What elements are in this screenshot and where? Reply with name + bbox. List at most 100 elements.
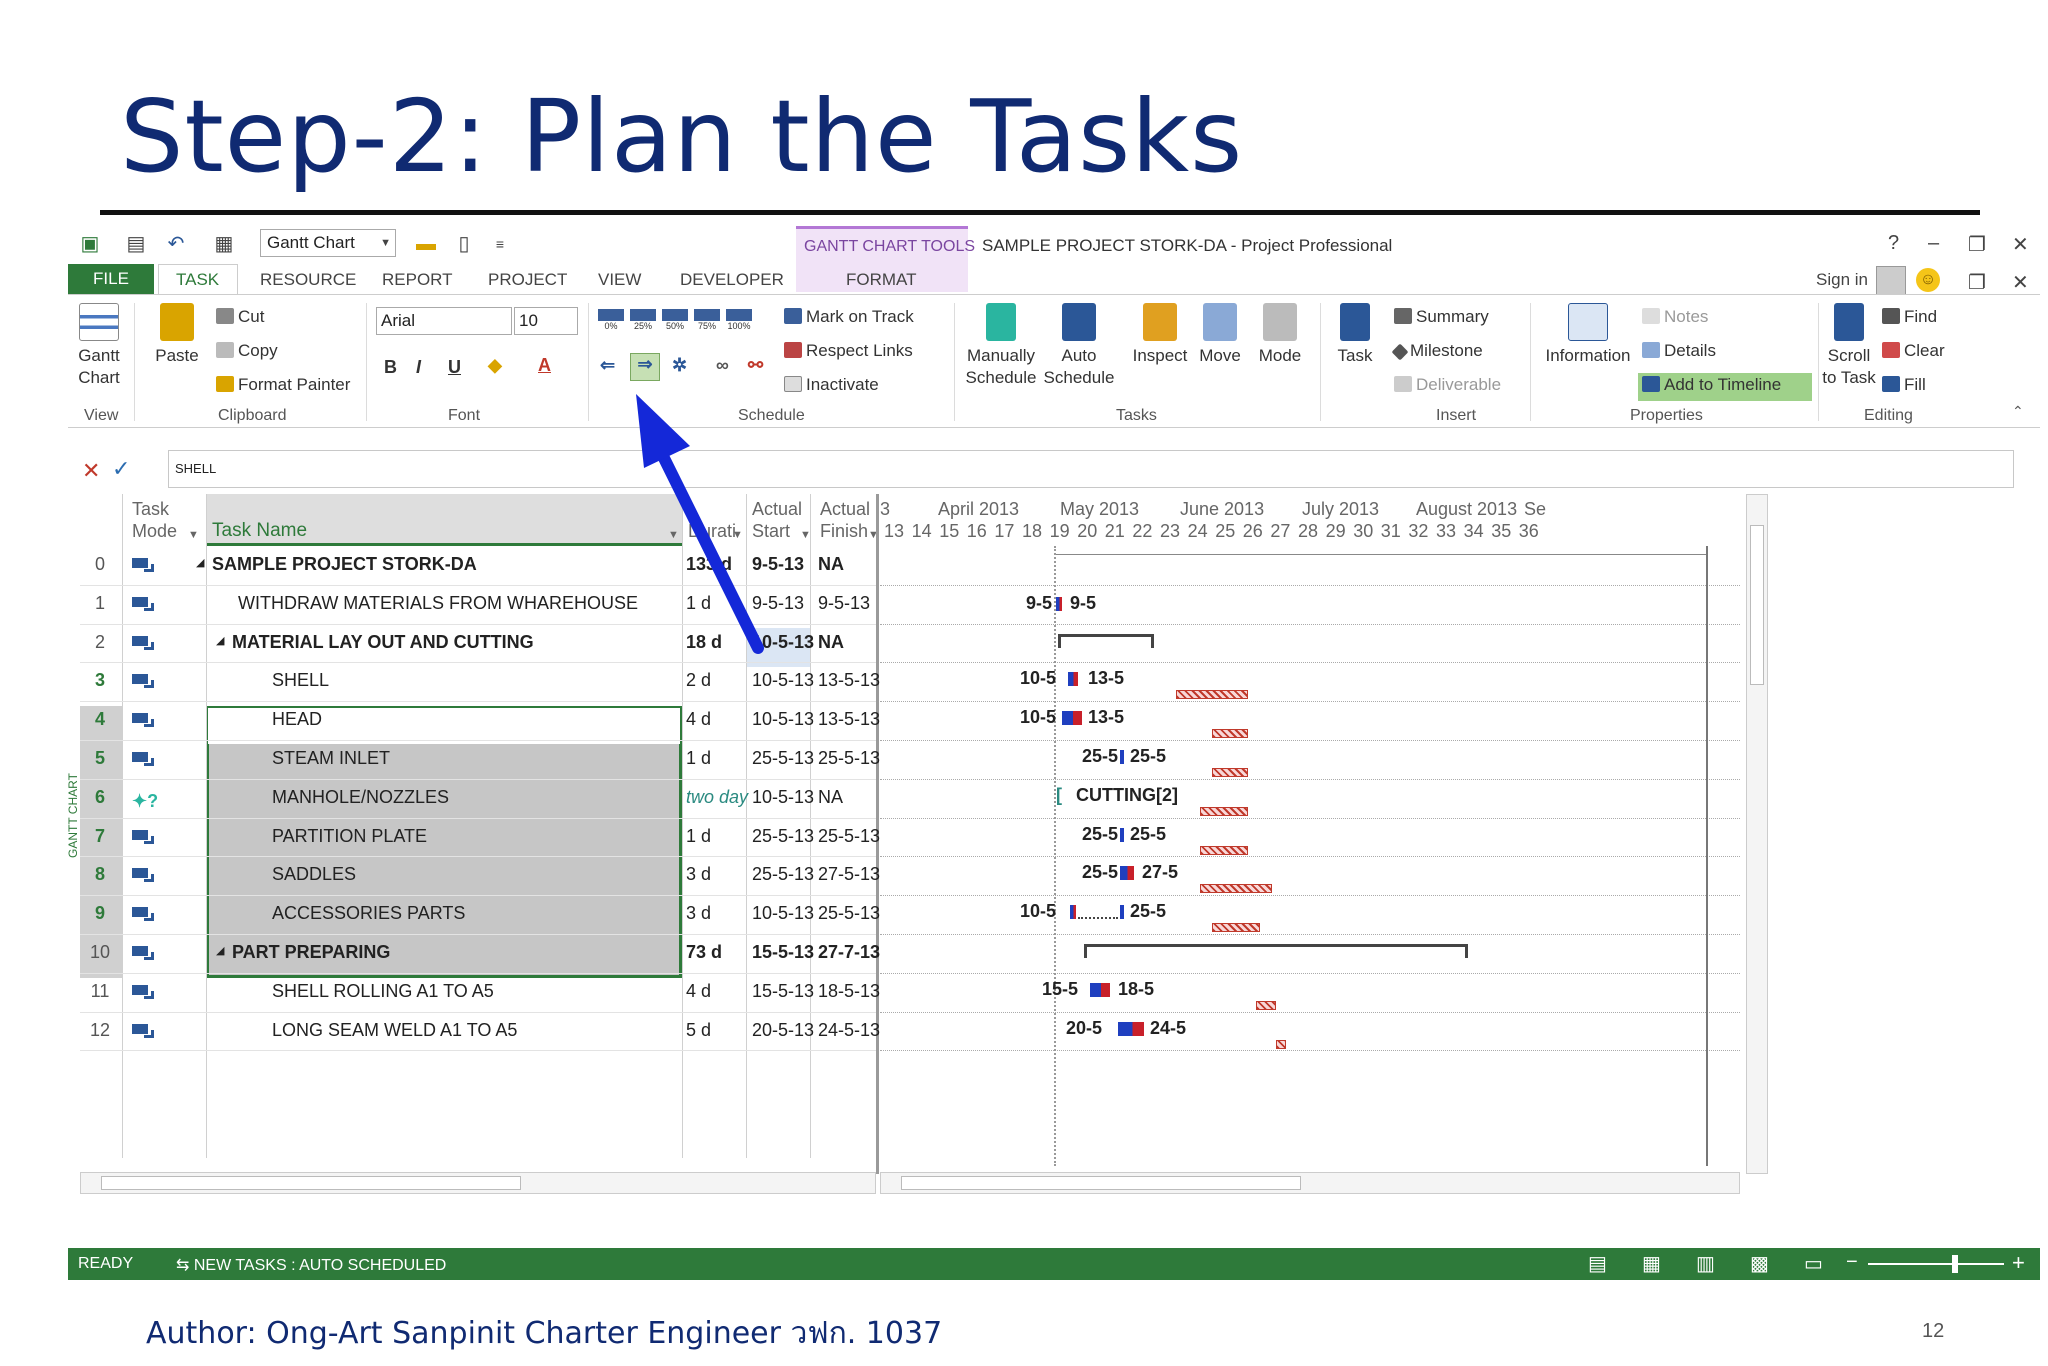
row-number[interactable]: 0 xyxy=(80,554,120,575)
actual-start-cell[interactable]: 25-5-13 xyxy=(752,748,814,769)
task-bar[interactable] xyxy=(1062,711,1082,726)
row-number[interactable]: 2 xyxy=(80,632,120,653)
duration-cell[interactable]: 3 d xyxy=(686,903,711,924)
confirm-entry-icon[interactable]: ✓ xyxy=(112,456,130,482)
tab-task[interactable]: TASK xyxy=(176,270,219,290)
row-number[interactable]: 11 xyxy=(80,981,120,1002)
actual-start-cell[interactable]: 20-5-13 xyxy=(752,1020,814,1041)
slack-bar[interactable] xyxy=(1212,729,1248,739)
information-button[interactable]: Information xyxy=(1538,303,1638,367)
actual-finish-cell[interactable]: 27-5-13 xyxy=(818,864,880,885)
actual-start-cell[interactable]: 25-5-13 xyxy=(752,864,814,885)
actual-start-cell[interactable]: 25-5-13 xyxy=(752,826,814,847)
save-icon[interactable]: ▤ xyxy=(124,232,148,256)
row-number[interactable]: 3 xyxy=(80,670,120,691)
sign-in-link[interactable]: Sign in xyxy=(1816,270,1868,290)
font-color-button[interactable]: A xyxy=(538,355,551,376)
task-name-cell[interactable]: SADDLES xyxy=(272,864,356,885)
duration-cell[interactable]: 1 d xyxy=(686,826,711,847)
task-bar[interactable] xyxy=(1070,905,1076,920)
row-number[interactable]: 8 xyxy=(80,864,120,885)
actual-finish-cell[interactable]: NA xyxy=(818,632,844,653)
task-usage-icon[interactable]: ▦ xyxy=(1642,1251,1661,1276)
new-file-icon[interactable]: ▯ xyxy=(452,232,476,256)
task-name-cell[interactable]: MATERIAL LAY OUT AND CUTTING xyxy=(232,632,534,653)
task-bar[interactable] xyxy=(1118,1021,1144,1036)
close-icon[interactable]: ✕ xyxy=(2012,232,2029,257)
row-number[interactable]: 12 xyxy=(80,1020,120,1041)
actual-finish-cell[interactable]: 9-5-13 xyxy=(818,593,870,614)
bold-button[interactable]: B xyxy=(384,357,397,378)
gantt-view-icon[interactable]: ▤ xyxy=(1588,1251,1607,1276)
slack-bar[interactable] xyxy=(1256,1000,1276,1010)
details-button[interactable]: Details xyxy=(1642,341,1716,361)
indent-button[interactable]: ⇒ xyxy=(630,353,660,381)
task-bar[interactable] xyxy=(1120,866,1134,881)
row-number[interactable]: 7 xyxy=(80,826,120,847)
duration-cell[interactable]: 5 d xyxy=(686,1020,711,1041)
mark-on-track-button[interactable]: Mark on Track xyxy=(784,307,914,327)
manually-schedule-button[interactable]: Manually Schedule xyxy=(964,303,1038,389)
summary-bar[interactable] xyxy=(1084,944,1468,958)
pct-25-button[interactable]: 25% xyxy=(630,309,656,331)
row-number[interactable]: 1 xyxy=(80,593,120,614)
actual-finish-cell[interactable]: 13-5-13 xyxy=(818,670,880,691)
tab-view[interactable]: VIEW xyxy=(598,270,641,290)
underline-button[interactable]: U xyxy=(448,357,461,378)
zoom-in-icon[interactable]: + xyxy=(2012,1250,2025,1276)
task-name-cell[interactable]: SAMPLE PROJECT STORK-DA xyxy=(212,554,477,575)
row-number[interactable]: 4 xyxy=(80,709,120,730)
inactivate-button[interactable]: Inactivate xyxy=(784,375,879,395)
font-size-select[interactable]: 10 xyxy=(514,307,578,335)
inspect-button[interactable]: Inspect xyxy=(1132,303,1188,367)
open-folder-icon[interactable]: ▬ xyxy=(414,232,438,256)
link-tasks-icon[interactable]: ∞ xyxy=(716,355,729,376)
actual-start-cell[interactable]: 15-5-13 xyxy=(752,981,814,1002)
slack-bar[interactable] xyxy=(1212,923,1260,933)
duration-cell[interactable]: 1 d xyxy=(686,748,711,769)
row-number[interactable]: 5 xyxy=(80,748,120,769)
save-as-icon[interactable]: ▦ xyxy=(212,232,236,256)
slack-bar[interactable] xyxy=(1176,690,1248,700)
zoom-out-icon[interactable]: − xyxy=(1846,1251,1858,1274)
zoom-slider-thumb[interactable] xyxy=(1952,1255,1958,1273)
duration-cell[interactable]: 73 d xyxy=(686,942,722,963)
duration-cell[interactable]: 2 d xyxy=(686,670,711,691)
collapse-ribbon-icon[interactable]: ⌃ xyxy=(2012,403,2024,420)
mode-button[interactable]: Mode xyxy=(1252,303,1308,367)
col-header-task-name[interactable]: Task Name xyxy=(212,520,307,542)
task-bar[interactable] xyxy=(1068,672,1078,687)
unlink-tasks-icon[interactable]: ⚯ xyxy=(748,355,763,376)
zoom-slider[interactable] xyxy=(1868,1255,2004,1273)
cancel-entry-icon[interactable]: ✕ xyxy=(82,458,100,484)
report-icon[interactable]: ▭ xyxy=(1804,1251,1823,1276)
split-task-icon[interactable]: ✲ xyxy=(672,355,687,376)
actual-finish-cell[interactable]: 18-5-13 xyxy=(818,981,880,1002)
font-family-select[interactable]: Arial xyxy=(376,307,512,335)
gantt-chart-button[interactable]: Gantt Chart xyxy=(74,303,124,389)
summary-button[interactable]: Summary xyxy=(1394,307,1489,327)
ribbon-close-icon[interactable]: ✕ xyxy=(2012,270,2029,295)
milestone-button[interactable]: Milestone xyxy=(1391,341,1483,361)
collapse-triangle-icon[interactable]: ◢ xyxy=(216,634,224,647)
actual-finish-cell[interactable]: 25-5-13 xyxy=(818,748,880,769)
actual-start-cell[interactable]: 10-5-13 xyxy=(752,787,814,808)
undo-icon[interactable]: ↶ xyxy=(164,232,188,256)
task-name-cell[interactable]: PART PREPARING xyxy=(232,942,390,963)
italic-button[interactable]: I xyxy=(416,357,421,378)
add-to-timeline-button[interactable]: Add to Timeline xyxy=(1642,375,1781,395)
entry-field[interactable]: SHELL xyxy=(168,450,2014,488)
actual-finish-cell[interactable]: 25-5-13 xyxy=(818,826,880,847)
duration-cell[interactable]: 4 d xyxy=(686,709,711,730)
task-bar[interactable] xyxy=(1120,827,1124,842)
task-name-cell[interactable]: STEAM INLET xyxy=(272,748,390,769)
pct-100-button[interactable]: 100% xyxy=(726,309,752,331)
slack-bar[interactable] xyxy=(1276,1039,1286,1049)
actual-finish-cell[interactable]: 13-5-13 xyxy=(818,709,880,730)
task-bar[interactable] xyxy=(1120,750,1124,764)
slack-bar[interactable] xyxy=(1200,845,1248,855)
clear-button[interactable]: Clear xyxy=(1882,341,1945,361)
row-number[interactable]: 6 xyxy=(80,787,120,808)
task-name-cell[interactable]: WITHDRAW MATERIALS FROM WHAREHOUSE xyxy=(238,593,638,614)
tab-report[interactable]: REPORT xyxy=(382,270,453,290)
